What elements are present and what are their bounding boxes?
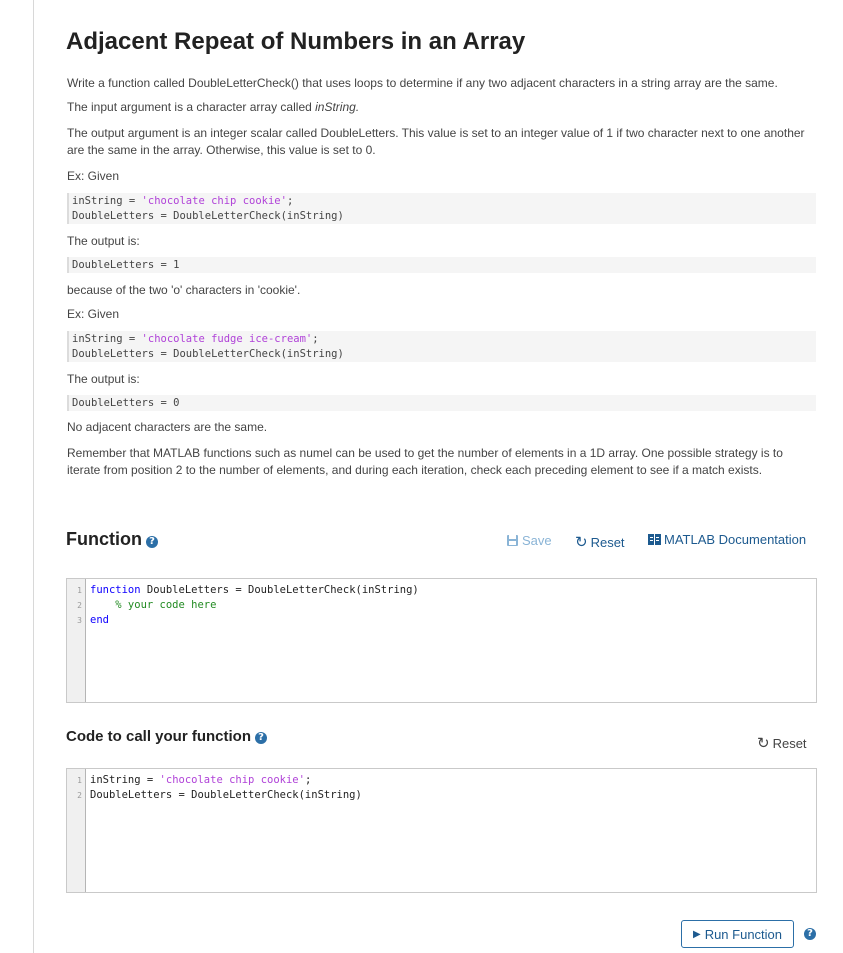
book-icon: [648, 534, 661, 545]
code-line[interactable]: % your code here: [90, 598, 816, 613]
page-left-border: [33, 0, 34, 953]
line-number: 3: [77, 616, 82, 625]
line-number: 1: [77, 776, 82, 785]
example1-label: Ex: Given: [67, 169, 120, 183]
question-circle-icon[interactable]: ?: [804, 928, 816, 940]
run-function-button[interactable]: ▶ Run Function: [681, 920, 794, 948]
function-section-title: Function?: [66, 529, 158, 550]
strategy-paragraph: Remember that MATLAB functions such as n…: [67, 446, 783, 477]
question-circle-icon[interactable]: ?: [255, 732, 268, 744]
example1-code-line1: inString = 'chocolate chip cookie';: [72, 195, 294, 207]
line-number: 2: [77, 601, 82, 610]
output-description: The output argument is an integer scalar…: [67, 126, 805, 157]
code-lines[interactable]: inString = 'chocolate chip cookie'; Doub…: [90, 773, 816, 803]
code-line[interactable]: end: [90, 613, 816, 628]
code-line[interactable]: DoubleLetters = DoubleLetterCheck(inStri…: [90, 788, 816, 803]
reset-function-button[interactable]: ↻ Reset: [575, 533, 625, 551]
string-literal: 'chocolate chip cookie': [141, 195, 287, 207]
string-literal: 'chocolate fudge ice-cream': [141, 333, 313, 345]
save-button[interactable]: Save: [506, 533, 552, 548]
example1-code-line2: DoubleLetters = DoubleLetterCheck(inStri…: [72, 210, 344, 222]
refresh-icon: ↻: [575, 533, 588, 551]
code-line[interactable]: function DoubleLetters = DoubleLetterChe…: [90, 583, 816, 598]
example1-code: inString = 'chocolate chip cookie'; Doubl…: [67, 193, 816, 224]
play-icon: ▶: [692, 928, 701, 940]
input-description: The input argument is a character array …: [67, 99, 807, 116]
line-number: 1: [77, 586, 82, 595]
function-code-editor[interactable]: 1 2 3 function DoubleLetters = DoubleLet…: [66, 578, 817, 703]
line-number-gutter: 1 2: [67, 769, 86, 892]
description-paragraph: Write a function called DoubleLetterChec…: [67, 76, 778, 90]
floppy-disk-icon: [507, 535, 518, 546]
page-title: Adjacent Repeat of Numbers in an Array: [66, 28, 526, 55]
output1-code: DoubleLetters = 1: [67, 257, 816, 273]
code-line[interactable]: inString = 'chocolate chip cookie';: [90, 773, 816, 788]
example2-code-line2: DoubleLetters = DoubleLetterCheck(inStri…: [72, 348, 344, 360]
output2-label: The output is:: [67, 372, 140, 386]
refresh-icon: ↻: [757, 734, 770, 752]
reset-call-button[interactable]: ↻ Reset: [757, 734, 807, 752]
question-circle-icon[interactable]: ?: [145, 536, 158, 548]
line-number: 2: [77, 791, 82, 800]
output2-code: DoubleLetters = 0: [67, 395, 816, 411]
call-code-editor[interactable]: 1 2 inString = 'chocolate chip cookie'; …: [66, 768, 817, 893]
call-section-title: Code to call your function?: [66, 728, 268, 745]
input-description-text: The input argument is a character array …: [67, 100, 316, 114]
example2-code: inString = 'chocolate fudge ice-cream'; D…: [67, 331, 816, 362]
input-variable-name: inString.: [315, 100, 360, 114]
code-lines[interactable]: function DoubleLetters = DoubleLetterChe…: [90, 583, 816, 628]
output1-label: The output is:: [67, 234, 140, 248]
line-number-gutter: 1 2 3: [67, 579, 86, 702]
matlab-documentation-link[interactable]: MATLAB Documentation: [648, 532, 806, 547]
example2-label: Ex: Given: [67, 307, 120, 321]
example2-code-line1: inString = 'chocolate fudge ice-cream';: [72, 333, 319, 345]
output2-note: No adjacent characters are the same.: [67, 420, 268, 434]
output1-note: because of the two 'o' characters in 'co…: [67, 283, 301, 297]
